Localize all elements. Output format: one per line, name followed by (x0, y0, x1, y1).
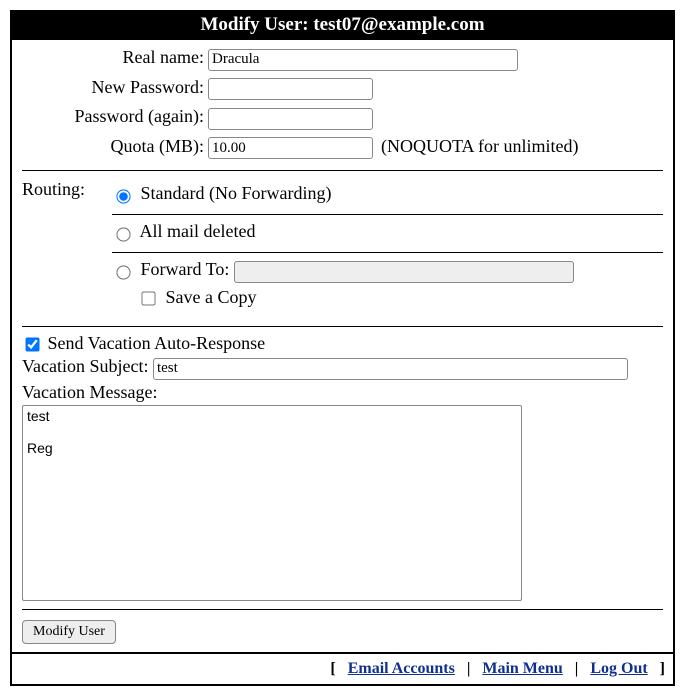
routing-option-forward: Forward To: Save a Copy (112, 253, 663, 318)
routing-label: Routing: (22, 177, 112, 200)
new-password-label: New Password: (22, 74, 206, 104)
routing-radio-standard[interactable] (116, 189, 130, 203)
vacation-send-label: Send Vacation Auto-Response (48, 333, 266, 353)
form-content: Real name: New Password: Password (again… (12, 40, 673, 652)
email-accounts-link[interactable]: Email Accounts (348, 660, 455, 677)
modify-user-window: Modify User: test07@example.com Real nam… (10, 10, 675, 686)
routing-standard-label: Standard (No Forwarding) (141, 183, 332, 203)
save-copy-checkbox[interactable] (141, 291, 155, 305)
routing-deleted-label: All mail deleted (140, 221, 256, 241)
real-name-input[interactable] (208, 49, 518, 71)
password-again-label: Password (again): (22, 103, 206, 133)
vacation-message-label: Vacation Message: (22, 382, 157, 402)
vacation-section: Send Vacation Auto-Response Vacation Sub… (22, 333, 663, 601)
forward-to-input[interactable] (234, 261, 574, 283)
modify-user-button[interactable]: Modify User (22, 620, 116, 644)
real-name-label: Real name: (22, 44, 206, 74)
routing-radio-forward[interactable] (116, 265, 130, 279)
routing-section: Routing: Standard (No Forwarding) All ma… (22, 177, 663, 318)
separator (22, 609, 663, 610)
new-password-input[interactable] (208, 78, 373, 100)
quota-hint: (NOQUOTA for unlimited) (381, 136, 579, 156)
vacation-subject-label: Vacation Subject: (22, 356, 148, 376)
save-copy-label: Save a Copy (166, 287, 257, 307)
window-title: Modify User: test07@example.com (12, 12, 673, 40)
routing-option-standard: Standard (No Forwarding) (112, 177, 663, 215)
log-out-link[interactable]: Log Out (590, 660, 647, 677)
vacation-send-checkbox[interactable] (25, 338, 39, 352)
separator (22, 170, 663, 171)
routing-forward-label: Forward To: (141, 259, 230, 279)
user-fields-table: Real name: New Password: Password (again… (22, 44, 663, 162)
footer-nav: [ Email Accounts | Main Menu | Log Out ] (12, 652, 673, 684)
main-menu-link[interactable]: Main Menu (482, 660, 562, 677)
quota-input[interactable] (208, 137, 373, 159)
vacation-subject-input[interactable] (153, 358, 628, 380)
vacation-message-textarea[interactable] (22, 405, 522, 601)
routing-option-deleted: All mail deleted (112, 215, 663, 253)
password-again-input[interactable] (208, 108, 373, 130)
quota-label: Quota (MB): (22, 133, 206, 163)
separator (22, 326, 663, 327)
routing-radio-deleted[interactable] (116, 227, 130, 241)
